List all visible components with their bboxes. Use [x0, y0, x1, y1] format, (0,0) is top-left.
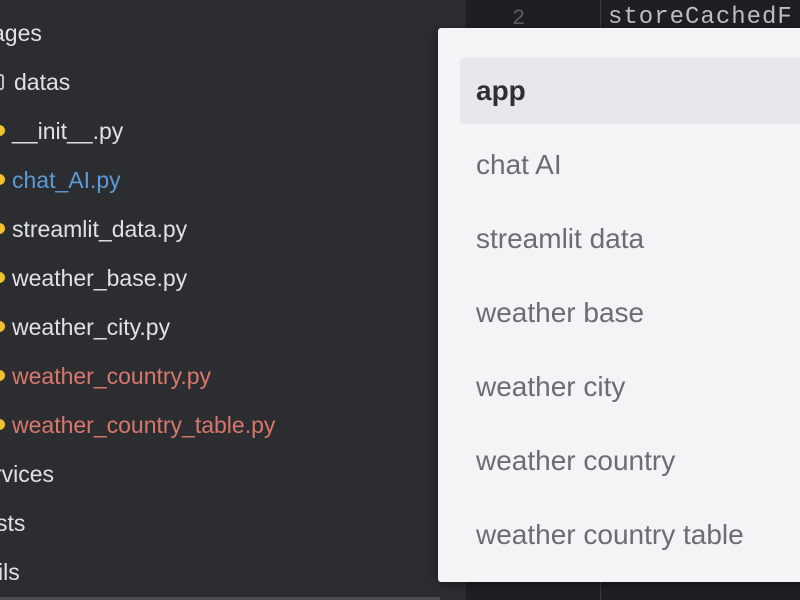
tree-item-label: weather_country.py [12, 362, 212, 389]
tree-item-tests[interactable]: sts [0, 501, 25, 541]
code-text[interactable]: storeCachedF [608, 4, 793, 31]
python-file-icon [0, 419, 5, 431]
tree-item-label: ages [0, 19, 42, 46]
tree-item-weather-country-table-py[interactable]: weather_country_table.py [0, 403, 275, 443]
dropdown-option-weather-country-table[interactable]: weather country table [460, 502, 800, 568]
tree-item-weather-base-py[interactable]: weather_base.py [0, 256, 187, 296]
project-tree: ages datas __init__.py chat_AI.py stream… [0, 0, 466, 600]
tree-item-streamlit-data-py[interactable]: streamlit_data.py [0, 207, 187, 247]
tree-item-label: ils [0, 558, 20, 585]
tree-item-label: chat_AI.py [12, 166, 121, 193]
dropdown-option-chat-ai[interactable]: chat AI [460, 132, 800, 198]
tree-item-label: weather_city.py [12, 313, 171, 340]
folder-bracket-icon [0, 73, 4, 90]
tree-item-utils[interactable]: ils [0, 550, 20, 590]
ide-window: ages datas __init__.py chat_AI.py stream… [0, 0, 800, 600]
tree-item-label: weather_country_table.py [12, 411, 276, 438]
python-file-icon [0, 223, 5, 235]
tree-item-label: streamlit_data.py [12, 215, 188, 242]
python-file-icon [0, 272, 5, 284]
tree-item-label: __init__.py [12, 117, 124, 144]
python-file-icon [0, 174, 5, 186]
dropdown-option-weather-base[interactable]: weather base [460, 280, 800, 346]
tree-item-label: weather_base.py [12, 264, 188, 291]
tree-item-chat-ai-py[interactable]: chat_AI.py [0, 158, 121, 198]
tree-item-pages[interactable]: ages [0, 11, 42, 51]
page-selector-dropdown: app chat AI streamlit data weather base … [438, 28, 800, 582]
dropdown-option-weather-country[interactable]: weather country [460, 428, 800, 494]
dropdown-option-weather-city[interactable]: weather city [460, 354, 800, 420]
python-file-icon [0, 370, 5, 382]
tree-item-label: datas [14, 68, 71, 95]
python-file-icon [0, 125, 5, 137]
dropdown-option-app[interactable]: app [460, 58, 800, 124]
tree-item-label: sts [0, 509, 26, 536]
tree-item-weather-city-py[interactable]: weather_city.py [0, 305, 170, 345]
tree-item-init-py[interactable]: __init__.py [0, 109, 123, 149]
python-file-icon [0, 321, 5, 333]
tree-item-weather-country-py[interactable]: weather_country.py [0, 354, 211, 394]
tree-item-datas[interactable]: datas [0, 60, 70, 100]
dropdown-option-streamlit-data[interactable]: streamlit data [460, 206, 800, 272]
tree-item-label: rvices [0, 460, 55, 487]
tree-item-services[interactable]: rvices [0, 452, 54, 492]
